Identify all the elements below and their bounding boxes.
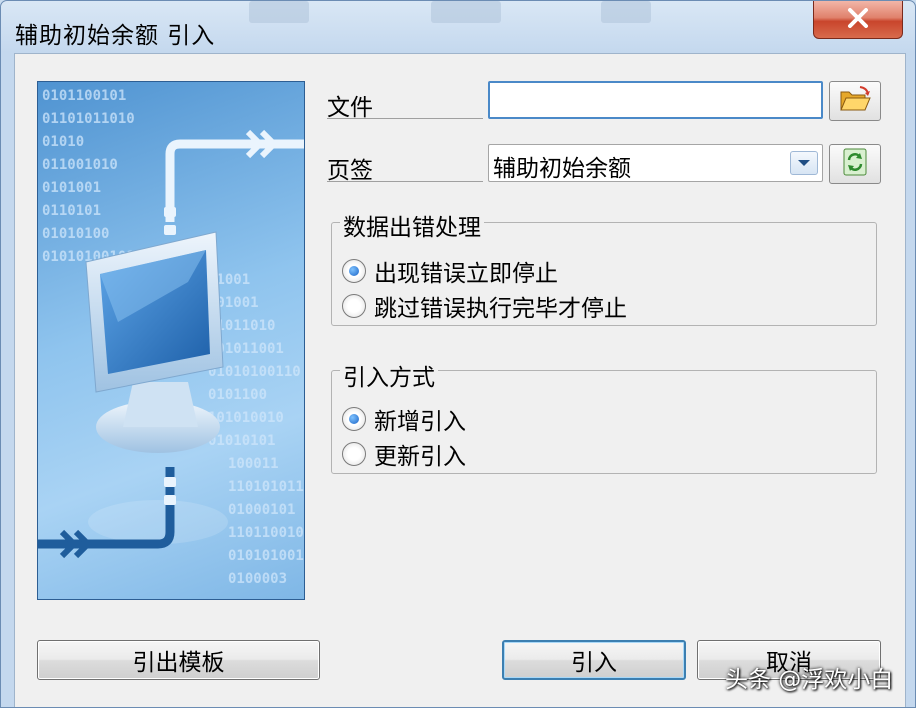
radio-button[interactable]: [342, 294, 366, 318]
radio-button[interactable]: [342, 442, 366, 466]
binary-text: 01101011010: [42, 111, 135, 127]
tab-label: 页签: [327, 158, 373, 184]
binary-text: 11010101101: [228, 479, 305, 495]
radio-button[interactable]: [342, 407, 366, 431]
computer-illustration: 0101100101 01101011010 01010 011001010 01010…: [38, 88, 305, 587]
radio-label: 新增引入: [374, 409, 466, 435]
radio-stop-on-error[interactable]: 出现错误立即停止: [342, 254, 558, 288]
browse-file-button[interactable]: [829, 81, 881, 121]
binary-text: 0101010010011: [228, 548, 305, 564]
binary-text: 01010101: [208, 433, 275, 449]
radio-button[interactable]: [342, 259, 366, 283]
tab-label-underline: [327, 181, 483, 182]
dialog-window: 辅助初始余额 引入 0101100101 01101011010 01010 0110…: [0, 0, 916, 708]
radio-add-import[interactable]: 新增引入: [342, 402, 466, 436]
background-blur: [431, 1, 501, 23]
binary-text: 0110101: [42, 203, 101, 219]
dropdown-arrow-button[interactable]: [790, 151, 818, 175]
close-button[interactable]: [813, 1, 903, 39]
background-blur: [601, 1, 651, 23]
error-group-title: 数据出错处理: [340, 208, 484, 242]
export-template-button[interactable]: 引出模板: [37, 640, 320, 680]
binary-text: 0101100101: [42, 88, 126, 104]
binary-text: 110110010101: [228, 525, 305, 541]
refresh-icon: [841, 147, 869, 181]
radio-label: 出现错误立即停止: [374, 261, 558, 287]
refresh-button[interactable]: [829, 144, 881, 184]
file-path-input[interactable]: [488, 81, 823, 119]
file-label: 文件: [327, 95, 373, 121]
radio-update-import[interactable]: 更新引入: [342, 437, 466, 471]
watermark: 头条 @浮欢小白: [725, 667, 894, 693]
binary-text: 011001010: [42, 157, 118, 173]
file-label-underline: [327, 118, 483, 119]
radio-skip-errors[interactable]: 跳过错误执行完毕才停止: [342, 289, 627, 323]
close-icon: [847, 6, 869, 34]
title-bar[interactable]: 辅助初始余额 引入: [1, 1, 915, 53]
window-title: 辅助初始余额 引入: [15, 23, 216, 49]
binary-text: 01010: [42, 134, 84, 150]
background-blur: [249, 1, 309, 23]
binary-text: 01010100: [42, 226, 109, 242]
radio-label: 更新引入: [374, 444, 466, 470]
binary-text: 0101100: [208, 387, 267, 403]
radio-label: 跳过错误执行完毕才停止: [374, 296, 627, 322]
tab-select[interactable]: 辅助初始余额: [488, 144, 823, 182]
import-mode-title: 引入方式: [340, 358, 438, 392]
binary-text: 100011: [228, 456, 279, 472]
binary-text: 0100003: [228, 571, 287, 587]
banner-illustration: 0101100101 01101011010 01010 011001010 01010…: [37, 81, 305, 600]
binary-text: 01000101: [228, 502, 295, 518]
binary-text: 0101001: [42, 180, 101, 196]
tab-select-value: 辅助初始余额: [493, 156, 631, 182]
open-folder-icon: [838, 85, 872, 117]
chevron-down-icon: [798, 160, 810, 166]
import-button[interactable]: 引入: [502, 640, 686, 680]
